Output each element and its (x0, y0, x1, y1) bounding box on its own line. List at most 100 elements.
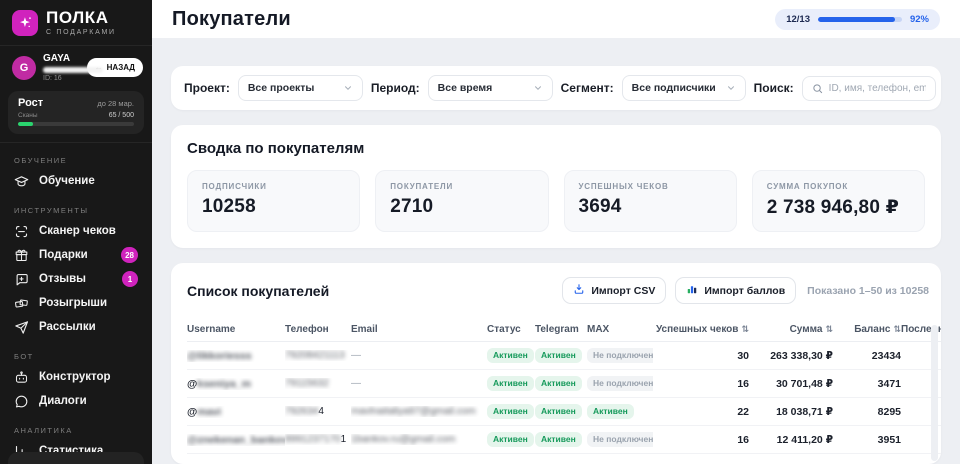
sidebar-item-comment-plus[interactable]: Отзывы 1 (14, 267, 138, 291)
logo[interactable]: ПОЛКА С ПОДАРКАМИ (0, 0, 152, 45)
email-cell: mavlnaitaliya97@gmail.com (351, 406, 476, 417)
status-pill: Активен (535, 404, 582, 419)
import-csv-button[interactable]: Импорт CSV (562, 277, 667, 304)
project-select-value: Все проекты (247, 82, 315, 94)
buyers-table: Username Телефон Email Статус Telegram MAX Усп… (187, 318, 941, 454)
period-select[interactable]: Все время (427, 75, 553, 101)
telegram-cell: Активен (535, 376, 587, 391)
table-column-header: Телефон (285, 324, 351, 335)
table-header-row: Username Телефон Email Статус Telegram MAX Усп… (187, 318, 941, 342)
balance-cell: 23434 (871, 349, 901, 362)
user-id: ID: 16 (43, 75, 62, 82)
table-column-header: Username (187, 324, 285, 335)
stat-label: ПОКУПАТЕЛИ (390, 182, 453, 191)
search-input[interactable] (828, 82, 926, 94)
progress-count: 12/13 (786, 13, 810, 25)
stat-label: УСПЕШНЫХ ЧЕКОВ (578, 182, 669, 191)
sum-cell: 263 338,30 ₽ (770, 349, 833, 362)
search-box[interactable] (801, 75, 936, 101)
filter-segment: Сегмент: Все подписчики (561, 75, 746, 101)
sidebar-item-bar-chart[interactable]: Статистика (14, 439, 138, 452)
status-pill: Не подключен (587, 376, 653, 391)
segment-label: Сегмент: (560, 81, 614, 95)
stat-tile: ПОДПИСЧИКИ 10258 (187, 170, 361, 232)
column-label: Telegram (535, 324, 579, 335)
growth-deadline: до 28 мар. (97, 99, 134, 108)
username-cell: @mavi (187, 405, 222, 418)
logo-title: ПОЛКА (46, 8, 109, 27)
sidebar-item-paper-plane[interactable]: Рассылки (14, 315, 138, 339)
telegram-cell: Активен (535, 348, 587, 363)
sidebar: ПОЛКА С ПОДАРКАМИ G GAYA ID: 16 ← НАЗАД … (0, 0, 152, 464)
sidebar-item-robot[interactable]: Конструктор (14, 365, 138, 389)
sidebar-item-label: Обучение (39, 175, 95, 187)
table-column-header[interactable]: Баланс ⇅ (833, 324, 901, 335)
table-column-header[interactable]: Сумма ⇅ (749, 324, 833, 335)
project-select[interactable]: Все проекты (237, 75, 363, 101)
table-column-header[interactable]: Успешных чеков ⇅ (653, 324, 749, 335)
avatar: G (12, 55, 36, 80)
sidebar-nav: ОБУЧЕНИЕ Обучение ИНСТРУМЕНТЫ Сканер чеков П… (0, 142, 152, 452)
balance-cell: 3471 (877, 377, 901, 390)
checks-cell: 16 (737, 377, 749, 390)
column-label: Успешных чеков (655, 324, 739, 335)
list-header: Список покупателей Импорт CSV Импорт бал… (187, 277, 941, 304)
column-label: Баланс (854, 324, 891, 335)
header-progress-fill (817, 16, 896, 22)
sidebar-item-label: Подарки (39, 249, 88, 261)
email-cell: 1bankov.ru@gmail.com (351, 434, 456, 445)
pagination-info: Показано 1–50 из 10258 (807, 284, 929, 297)
bar-chart-icon (14, 444, 29, 452)
filter-search: Поиск: (754, 75, 936, 101)
table-row[interactable]: @likkoriesss 79208421113 — Активен Активен Не… (187, 342, 941, 370)
sidebar-item-gift[interactable]: Подарки 28 (14, 243, 138, 267)
table-row[interactable]: @mavi 7926344 mavlnaitaliya97@gmail.com Акт… (187, 398, 941, 426)
bar-chart-icon (686, 283, 698, 298)
growth-card[interactable]: Рост до 28 мар. Сканы 65 / 500 (8, 91, 144, 134)
stat-value: 2710 (390, 196, 434, 217)
sidebar-item-scanner[interactable]: Сканер чеков (14, 219, 138, 243)
sidebar-item-chat-bubble[interactable]: Диалоги (14, 389, 138, 413)
page-header: Покупатели 12/13 92% (152, 0, 960, 38)
filter-project: Проект: Все проекты (184, 75, 363, 101)
sidebar-item-label: Диалоги (39, 395, 87, 407)
telegram-cell: Активен (535, 432, 587, 447)
header-progress-pill: 12/13 92% (775, 8, 940, 30)
stat-tile: СУММА ПОКУПОК 2 738 946,80 ₽ (751, 170, 925, 232)
notification-badge: 1 (122, 271, 138, 287)
column-label: Сумма (789, 324, 823, 335)
stat-value: 2 738 946,80 ₽ (766, 197, 899, 218)
stat-label: ПОДПИСЧИКИ (202, 182, 267, 191)
robot-icon (14, 370, 29, 385)
phone-cell: 7926344 (285, 406, 324, 417)
sort-icon[interactable]: ⇅ (741, 324, 749, 335)
table-row[interactable]: @znekenan_bankov 89912371701 1bankov.ru@gm… (187, 426, 941, 454)
sort-icon[interactable]: ⇅ (893, 324, 901, 335)
table-row[interactable]: @kseniya_m 79115632 — Активен Активен Не подк… (187, 370, 941, 398)
phone-cell: 79208421113 (285, 350, 345, 361)
sidebar-item-tickets[interactable]: Розыгрыши (14, 291, 138, 315)
username-cell: @znekenan_bankov (187, 433, 285, 446)
chat-bubble-icon (14, 394, 29, 409)
sidebar-item-graduation-cap[interactable]: Обучение (14, 169, 138, 193)
growth-metric-label: Сканы (18, 112, 38, 119)
stat-tile: УСПЕШНЫХ ЧЕКОВ 3694 (563, 170, 737, 232)
sort-icon[interactable]: ⇅ (825, 324, 833, 335)
import-points-button[interactable]: Импорт баллов (675, 277, 797, 304)
sidebar-item-label: Отзывы (39, 273, 87, 285)
stat-label: СУММА ПОКУПОК (766, 182, 849, 191)
status-pill: Не подключен (587, 432, 653, 447)
username-cell: @likkoriesss (187, 349, 252, 362)
table-column-header: Email (351, 324, 487, 335)
graduation-cap-icon (14, 174, 29, 189)
table-scrollbar[interactable] (931, 325, 938, 461)
notification-badge: 28 (121, 247, 138, 263)
email-cell: — (351, 378, 361, 389)
tickets-icon (14, 296, 29, 311)
list-title: Список покупателей (187, 282, 330, 299)
download-icon (573, 283, 585, 298)
telegram-cell: Активен (535, 404, 587, 419)
segment-select[interactable]: Все подписчики (621, 75, 746, 101)
import-csv-label: Импорт CSV (591, 284, 656, 297)
stat-value: 3694 (578, 196, 622, 217)
